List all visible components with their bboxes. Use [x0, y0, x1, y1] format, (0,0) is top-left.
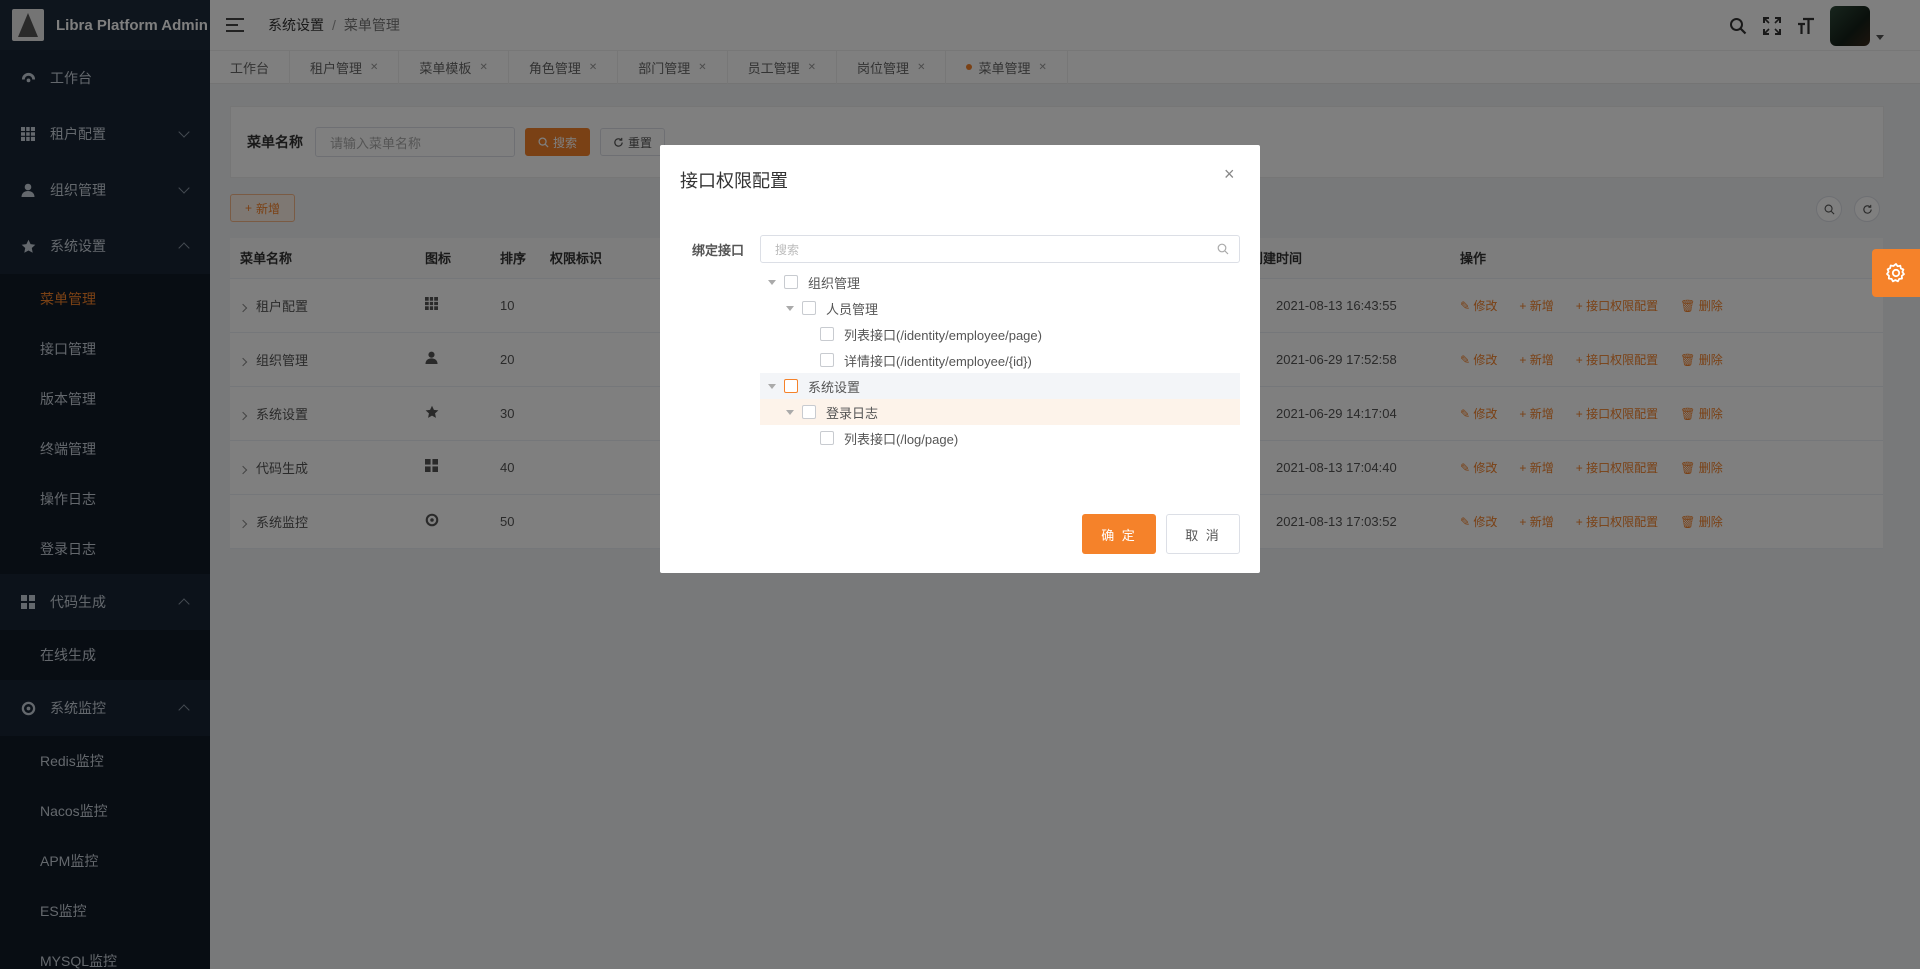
- caret-down-icon[interactable]: [786, 409, 794, 415]
- api-permission-dialog: 接口权限配置 × 绑定接口 搜索 组织管理 人员管理 列表接口(/identit…: [660, 145, 1260, 573]
- tree-node[interactable]: 详情接口(/identity/employee/{id}): [760, 347, 1240, 373]
- tree-checkbox[interactable]: [820, 431, 834, 445]
- caret-down-icon[interactable]: [768, 279, 776, 285]
- tree-checkbox[interactable]: [802, 405, 816, 419]
- tree-node-label: 列表接口(/log/page): [844, 431, 959, 447]
- dialog-title: 接口权限配置: [680, 171, 788, 191]
- caret-down-icon[interactable]: [786, 305, 794, 311]
- theme-settings-button[interactable]: [1872, 249, 1920, 297]
- caret-down-icon[interactable]: [768, 383, 776, 389]
- tree-node-label: 系统设置: [808, 379, 861, 395]
- api-tree: 组织管理 人员管理 列表接口(/identity/employee/page) …: [760, 269, 1240, 451]
- tree-checkbox[interactable]: [784, 379, 798, 393]
- confirm-button[interactable]: 确 定: [1082, 514, 1156, 554]
- tree-node[interactable]: 列表接口(/identity/employee/page): [760, 321, 1240, 347]
- tree-checkbox[interactable]: [802, 301, 816, 315]
- tree-node-label: 列表接口(/identity/employee/page): [844, 327, 1042, 343]
- cancel-button[interactable]: 取 消: [1166, 514, 1240, 554]
- tree-search-input[interactable]: 搜索: [760, 235, 1240, 263]
- tree-checkbox[interactable]: [820, 353, 834, 367]
- input-placeholder: 搜索: [775, 242, 800, 257]
- tree-node[interactable]: 列表接口(/log/page): [760, 425, 1240, 451]
- tree-node-label: 组织管理: [808, 275, 861, 291]
- tree-node[interactable]: 登录日志: [760, 399, 1240, 425]
- tree-node-label: 登录日志: [826, 405, 879, 421]
- tree-node[interactable]: 组织管理: [760, 269, 1240, 295]
- bind-api-label: 绑定接口: [692, 243, 745, 258]
- search-icon: [1217, 243, 1229, 255]
- tree-node-label: 人员管理: [826, 301, 879, 317]
- tree-node[interactable]: 系统设置: [760, 373, 1240, 399]
- gear-icon: [1886, 263, 1905, 283]
- tree-checkbox[interactable]: [784, 275, 798, 289]
- tree-node[interactable]: 人员管理: [760, 295, 1240, 321]
- close-icon[interactable]: ×: [1224, 165, 1238, 183]
- tree-checkbox[interactable]: [820, 327, 834, 341]
- tree-node-label: 详情接口(/identity/employee/{id}): [844, 353, 1032, 369]
